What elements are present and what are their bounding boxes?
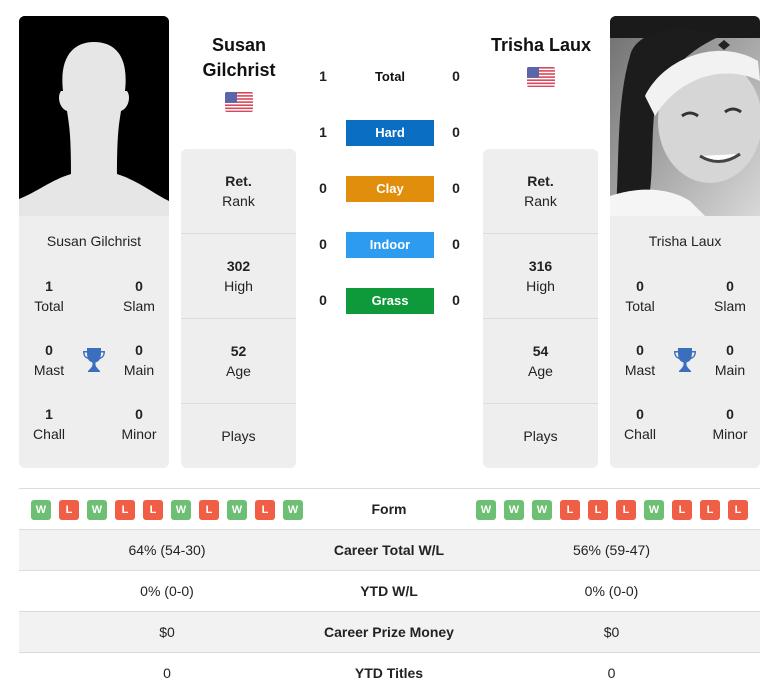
player2-form-badge-loss[interactable]: L — [700, 500, 720, 520]
p2-grass-wins: 0 — [452, 292, 460, 308]
p1-hard-wins: 1 — [319, 124, 327, 140]
p1-clay-wins: 0 — [319, 180, 327, 196]
p2-clay-wins: 0 — [452, 180, 460, 196]
prize-money-row: $0 Career Prize Money $0 — [19, 612, 760, 653]
player2-form-badge-loss[interactable]: L — [560, 500, 580, 520]
player1-form-badge-win[interactable]: W — [87, 500, 107, 520]
player2-main-titles: 0 Main — [714, 342, 746, 378]
player2-titles-card: Trisha Laux 0 Total 0 Slam 0 Mast 0 Main 0 Ch… — [610, 216, 760, 468]
player2-form-badge-win[interactable]: W — [532, 500, 552, 520]
player1-mast-titles: 0 Mast — [33, 342, 65, 378]
h2h-row-indoor: 0 Indoor 0 — [305, 232, 475, 258]
surface-clay-badge[interactable]: Clay — [346, 176, 434, 202]
p1-total-wins: 1 — [319, 68, 327, 84]
player1-ytd-titles: 0 — [163, 665, 171, 681]
player1-total-titles: 1 Total — [34, 278, 64, 314]
player2-ytd-wl: 0% (0-0) — [584, 583, 639, 599]
ytd-titles-row: 0 YTD Titles 0 — [19, 653, 760, 694]
player1-form-badge-win[interactable]: W — [227, 500, 247, 520]
p2-hard-wins: 0 — [452, 124, 460, 140]
player2-rank-card: Ret. Rank 316 High 54 Age Plays — [483, 149, 598, 468]
player1-chall-titles: 1 Chall — [33, 406, 65, 442]
player2-rank: Ret. Rank — [483, 149, 598, 234]
player1-form-badge-win[interactable]: W — [171, 500, 191, 520]
p1-indoor-wins: 0 — [319, 236, 327, 252]
h2h-row-hard: 1 Hard 0 — [305, 120, 475, 146]
h2h-row-grass: 0 Grass 0 — [305, 288, 475, 314]
player1-form-badge-loss[interactable]: L — [255, 500, 275, 520]
player2-high-rank: 316 High — [483, 234, 598, 319]
player1-ytd-wl: 0% (0-0) — [140, 583, 194, 599]
player1-form-badge-loss[interactable]: L — [143, 500, 163, 520]
surface-hard-badge[interactable]: Hard — [346, 120, 434, 146]
p1-grass-wins: 0 — [319, 292, 327, 308]
ytd-wl-label: YTD W/L — [360, 583, 418, 599]
player1-photo — [19, 16, 169, 216]
player2-name[interactable]: Trisha Laux — [610, 233, 760, 249]
player2-mast-titles: 0 Mast — [624, 342, 656, 378]
player2-slam-titles: 0 Slam — [714, 278, 746, 314]
player1-minor-titles: 0 Minor — [121, 406, 157, 442]
player1-main-titles: 0 Main — [123, 342, 155, 378]
player1-form-badge-win[interactable]: W — [283, 500, 303, 520]
trophy-icon — [674, 348, 696, 372]
player1-slam-titles: 0 Slam — [123, 278, 155, 314]
silhouette-icon — [19, 16, 169, 216]
player1-form-badge-loss[interactable]: L — [115, 500, 135, 520]
form-row: WLWLLWLWLW Form WWWLLLWLLL — [19, 489, 760, 530]
comparison-table: WLWLLWLWLW Form WWWLLLWLLL 64% (54-30) C… — [19, 488, 760, 694]
career-wl-label: Career Total W/L — [333, 542, 445, 558]
player1-high-rank: 302 High — [181, 234, 296, 319]
player2-career-wl: 56% (59-47) — [572, 542, 651, 558]
h2h-row-total: 1 Total 0 — [305, 64, 475, 90]
player2-total-titles: 0 Total — [625, 278, 655, 314]
surface-grass-badge[interactable]: Grass — [346, 288, 434, 314]
player2-form-badge-win[interactable]: W — [644, 500, 664, 520]
player1-rank-card: Ret. Rank 302 High 52 Age Plays — [181, 149, 296, 468]
player2-form-badge-loss[interactable]: L — [672, 500, 692, 520]
player1-titles-card: Susan Gilchrist 1 Total 0 Slam 0 Mast 0 Main… — [19, 216, 169, 468]
player1-rank: Ret. Rank — [181, 149, 296, 234]
prize-money-label: Career Prize Money — [324, 624, 454, 640]
career-wl-row: 64% (54-30) Career Total W/L 56% (59-47) — [19, 530, 760, 571]
player2-form-badge-win[interactable]: W — [476, 500, 496, 520]
ytd-wl-row: 0% (0-0) YTD W/L 0% (0-0) — [19, 571, 760, 612]
player1-name-heading[interactable]: Susan Gilchrist — [174, 33, 304, 83]
usa-flag-icon — [225, 92, 253, 112]
ytd-titles-label: YTD Titles — [354, 665, 424, 681]
p2-indoor-wins: 0 — [452, 236, 460, 252]
player1-age: 52 Age — [181, 319, 296, 404]
player2-ytd-titles: 0 — [607, 665, 616, 681]
player1-form-badge-loss[interactable]: L — [59, 500, 79, 520]
player1-prize-money: $0 — [159, 624, 175, 640]
player-portrait-image — [610, 16, 760, 216]
player1-form-badges: WLWLLWLWLW — [31, 500, 303, 520]
player2-form-badge-loss[interactable]: L — [616, 500, 636, 520]
player2-form-badges: WWWLLLWLLL — [476, 500, 748, 520]
player1-name[interactable]: Susan Gilchrist — [19, 233, 169, 249]
player1-plays: Plays — [221, 428, 256, 444]
surface-total-label: Total — [374, 69, 406, 84]
usa-flag-icon — [527, 67, 555, 87]
player1-career-wl: 64% (54-30) — [128, 542, 206, 558]
surface-indoor-badge[interactable]: Indoor — [346, 232, 434, 258]
player1-name-line1: Susan — [211, 35, 267, 55]
player2-form-badge-loss[interactable]: L — [728, 500, 748, 520]
form-label: Form — [371, 501, 407, 517]
player2-form-badge-loss[interactable]: L — [588, 500, 608, 520]
player1-form-badge-win[interactable]: W — [31, 500, 51, 520]
player2-minor-titles: 0 Minor — [712, 406, 748, 442]
player2-form-badge-win[interactable]: W — [504, 500, 524, 520]
h2h-row-clay: 0 Clay 0 — [305, 176, 475, 202]
p2-total-wins: 0 — [452, 68, 460, 84]
player2-plays: Plays — [523, 428, 558, 444]
player2-name-heading[interactable]: Trisha Laux — [476, 33, 606, 58]
trophy-icon — [83, 348, 105, 372]
player2-age: 54 Age — [483, 319, 598, 404]
player1-form-badge-loss[interactable]: L — [199, 500, 219, 520]
player2-photo — [610, 16, 760, 216]
player2-prize-money: $0 — [603, 624, 620, 640]
player1-name-line2: Gilchrist — [202, 60, 276, 80]
player2-chall-titles: 0 Chall — [624, 406, 656, 442]
